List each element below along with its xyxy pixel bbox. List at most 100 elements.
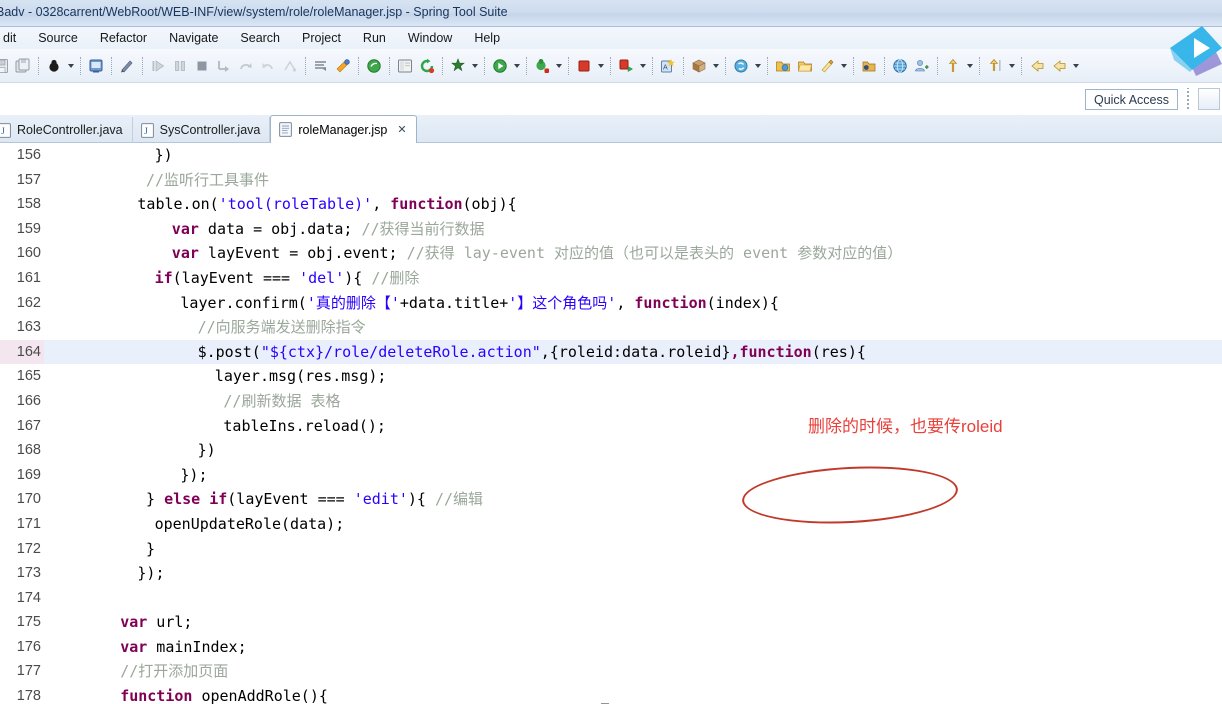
debug-run-dropdown-arrow[interactable]	[553, 54, 564, 78]
next-annotation-dropdown-arrow[interactable]	[1006, 54, 1017, 78]
code-line[interactable]: 161 if(layEvent === 'del'){ //删除	[0, 266, 1222, 291]
code-text: table.on('tool(roleTable)', function(obj…	[137, 192, 516, 217]
terminate-icon[interactable]	[191, 54, 213, 78]
code-line[interactable]: 158 table.on('tool(roleTable)', function(…	[0, 192, 1222, 217]
spring-boot-icon[interactable]	[363, 54, 385, 78]
new-package-icon[interactable]	[688, 54, 710, 78]
line-number: 163	[16, 319, 41, 336]
editor-tab-rolecontroller-java[interactable]: J RoleController.java	[0, 117, 133, 143]
save-all-icon[interactable]	[12, 54, 34, 78]
editor-tab-rolemanager-jsp[interactable]: roleManager.jsp ✕	[270, 115, 417, 143]
code-text: openUpdateRole(data);	[155, 512, 345, 537]
menu-item-refactor[interactable]: Refactor	[89, 29, 158, 47]
build-dropdown-arrow[interactable]	[469, 54, 480, 78]
globe-browser-icon[interactable]	[889, 54, 911, 78]
code-line[interactable]: 175 var url;	[0, 610, 1222, 635]
open-type-icon[interactable]	[394, 54, 416, 78]
open-folder-icon[interactable]	[794, 54, 816, 78]
quick-fix-icon[interactable]	[816, 54, 838, 78]
new-wizard-icon[interactable]	[85, 54, 107, 78]
code-line[interactable]: 164 $.post("${ctx}/role/deleteRole.action…	[0, 339, 1222, 365]
menu-item-window[interactable]: Window	[397, 29, 463, 47]
code-line[interactable]: 169});	[0, 463, 1222, 488]
code-line[interactable]: 172}	[0, 537, 1222, 562]
code-editor[interactable]: 156}) 157 //监听行工具事件 158 table.on('tool(roleT…	[0, 143, 1222, 704]
run-config-icon[interactable]	[615, 54, 637, 78]
editor-tab-syscontroller-java[interactable]: J SysController.java	[133, 117, 271, 143]
code-line[interactable]: 170} else if(layEvent === 'edit'){ //编辑	[0, 487, 1222, 512]
code-lines-container[interactable]: 156}) 157 //监听行工具事件 158 table.on('tool(roleT…	[0, 143, 1222, 704]
toggle-breakpoint-icon[interactable]	[310, 54, 332, 78]
code-line[interactable]: 177 //打开添加页面	[0, 659, 1222, 684]
drop-to-frame-icon[interactable]	[279, 54, 301, 78]
new-package-dropdown-arrow[interactable]	[710, 54, 721, 78]
external-tools-icon[interactable]	[332, 54, 354, 78]
suspend-icon[interactable]	[169, 54, 191, 78]
forward-icon[interactable]	[1048, 54, 1070, 78]
code-line[interactable]: 162 layer.confirm('真的删除【'+data.title+'】这个…	[0, 291, 1222, 316]
code-token: var	[171, 219, 199, 238]
forward-dropdown-arrow[interactable]	[1070, 54, 1081, 78]
toolbar-separator	[38, 57, 39, 75]
code-line[interactable]: 168})	[0, 438, 1222, 463]
menu-item-help[interactable]: Help	[463, 29, 511, 47]
next-annotation-icon[interactable]	[984, 54, 1006, 78]
stop-icon[interactable]	[573, 54, 595, 78]
code-text: $.post("${ctx}/role/deleteRole.action",{…	[198, 340, 866, 365]
quick-fix-dropdown-arrow[interactable]	[838, 54, 849, 78]
code-line[interactable]: 171 openUpdateRole(data);	[0, 512, 1222, 537]
jsp-file-icon	[279, 122, 293, 137]
step-over-icon[interactable]	[235, 54, 257, 78]
debug-run-icon[interactable]	[531, 54, 553, 78]
previous-annotation-icon[interactable]	[942, 54, 964, 78]
quick-access-input[interactable]: Quick Access	[1084, 88, 1178, 110]
line-number: 176	[16, 638, 41, 655]
search-dropdown-arrow[interactable]	[752, 54, 763, 78]
code-line[interactable]: 174	[0, 586, 1222, 611]
menu-item-run[interactable]: Run	[352, 29, 397, 47]
run-dropdown-arrow[interactable]	[511, 54, 522, 78]
back-icon[interactable]	[1026, 54, 1048, 78]
menu-item-search[interactable]: Search	[229, 29, 291, 47]
debug-icon[interactable]	[43, 54, 65, 78]
code-token: //获得 lay-event 对应的值（也可以是表头的 event 参数对应的值…	[406, 244, 903, 263]
build-icon[interactable]	[447, 54, 469, 78]
code-line[interactable]: 173});	[0, 561, 1222, 586]
search-spring-icon[interactable]	[730, 54, 752, 78]
code-token: (index){	[706, 293, 779, 312]
code-line[interactable]: 163 //向服务端发送删除指令	[0, 315, 1222, 340]
step-into-icon[interactable]	[213, 54, 235, 78]
code-line[interactable]: 156})	[0, 143, 1222, 168]
toolbar-drag-handle[interactable]	[1183, 88, 1193, 110]
open-resource-icon[interactable]	[772, 54, 794, 78]
code-line[interactable]: 159 var data = obj.data; //获得当前行数据	[0, 217, 1222, 242]
step-return-icon[interactable]	[257, 54, 279, 78]
stop-dropdown-arrow[interactable]	[595, 54, 606, 78]
code-line[interactable]: 165 layer.msg(res.msg);	[0, 364, 1222, 389]
code-line[interactable]: 178 function openAddRole(){	[0, 684, 1222, 704]
run-icon[interactable]	[489, 54, 511, 78]
code-token: });	[180, 465, 208, 484]
menu-item-project[interactable]: Project	[291, 29, 352, 47]
code-line[interactable]: 167 tableIns.reload();	[0, 414, 1222, 439]
debug-dropdown-arrow[interactable]	[65, 54, 76, 78]
new-java-class-icon[interactable]: A	[657, 54, 679, 78]
close-icon[interactable]: ✕	[397, 123, 406, 136]
code-line[interactable]: 160 var layEvent = obj.event; //获得 lay-ev…	[0, 241, 1222, 266]
menu-item-dit[interactable]: dit	[0, 29, 27, 47]
previous-annotation-dropdown-arrow[interactable]	[964, 54, 975, 78]
menu-item-navigate[interactable]: Navigate	[158, 29, 229, 47]
bookmark-icon[interactable]	[858, 54, 880, 78]
people-icon[interactable]	[911, 54, 933, 78]
code-line[interactable]: 176 var mainIndex;	[0, 635, 1222, 660]
save-icon[interactable]	[0, 54, 12, 78]
code-line[interactable]: 166 //刷新数据 表格	[0, 389, 1222, 414]
open-perspective-button[interactable]	[1198, 88, 1220, 110]
menu-item-source[interactable]: Source	[27, 29, 89, 47]
code-token: })	[197, 441, 216, 460]
refresh-icon[interactable]	[416, 54, 438, 78]
link-editor-icon[interactable]	[116, 54, 138, 78]
code-line[interactable]: 157 //监听行工具事件	[0, 168, 1222, 193]
resume-icon[interactable]	[147, 54, 169, 78]
run-config-dropdown-arrow[interactable]	[637, 54, 648, 78]
